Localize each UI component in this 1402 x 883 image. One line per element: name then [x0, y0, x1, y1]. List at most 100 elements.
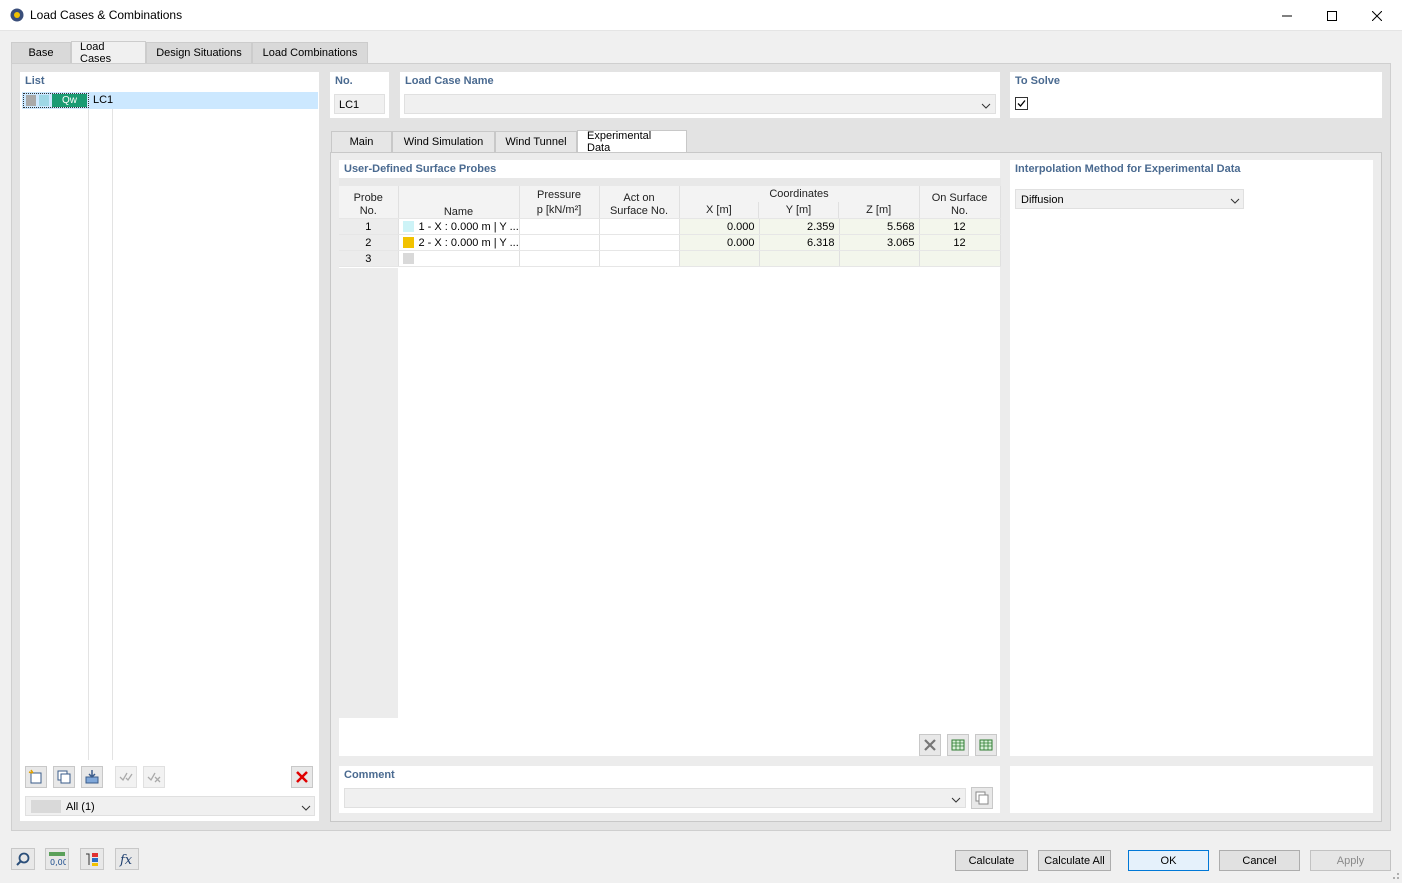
interpolation-dropdown[interactable]: Diffusion [1015, 189, 1244, 209]
tab-wind-tunnel[interactable]: Wind Tunnel [495, 131, 577, 152]
cell-y[interactable]: 2.359 [759, 219, 839, 235]
list-item-label: LC1 [93, 94, 113, 106]
table-header-row: ProbeNo. Name Pressurep [kN/m²] Act onSu… [339, 182, 1000, 219]
title-bar: Load Cases & Combinations [0, 0, 1402, 31]
header-coordinates: Coordinates X [m] Y [m] Z [m] [679, 182, 919, 219]
header-pressure: Pressurep [kN/m²] [519, 182, 599, 219]
row-number-column [339, 268, 398, 718]
formula-icon[interactable]: fx [115, 848, 139, 870]
check-all-icon[interactable] [115, 766, 137, 788]
uncheck-all-icon[interactable] [143, 766, 165, 788]
interpolation-panel: Interpolation Method for Experimental Da… [1010, 160, 1373, 756]
cell-on-surface[interactable]: 12 [919, 235, 1000, 251]
header-name: Name [398, 182, 519, 219]
maximize-button[interactable] [1309, 0, 1355, 31]
cell-on-surface[interactable]: 12 [919, 219, 1000, 235]
search-icon[interactable] [11, 848, 35, 870]
comment-field[interactable] [344, 788, 966, 808]
resize-grip-icon[interactable] [1388, 868, 1400, 883]
load-case-name-panel: Load Case Name [400, 72, 1000, 118]
table-row[interactable]: 1 1 - X : 0.000 m | Y ... 0.000 2.359 5.… [339, 219, 1000, 235]
tab-wind-simulation[interactable]: Wind Simulation [392, 131, 495, 152]
cell-on-surface[interactable] [919, 251, 1000, 267]
to-solve-checkbox[interactable] [1015, 97, 1028, 110]
svg-text:fx: fx [119, 853, 133, 867]
comment-side-panel [1010, 766, 1373, 813]
cell-pressure[interactable] [519, 219, 599, 235]
probes-table: ProbeNo. Name Pressurep [kN/m²] Act onSu… [339, 178, 1001, 267]
color-swatch [39, 95, 49, 106]
chevron-down-icon [981, 101, 991, 113]
cell-name[interactable]: 2 - X : 0.000 m | Y ... [398, 235, 519, 251]
cell-probe-no: 3 [339, 251, 398, 267]
window-title: Load Cases & Combinations [30, 8, 182, 22]
filter-value: All (1) [66, 801, 95, 813]
comment-label: Comment [344, 769, 395, 781]
cell-y[interactable] [759, 251, 839, 267]
list-divider [88, 92, 89, 760]
surface-probes-label: User-Defined Surface Probes [344, 163, 496, 175]
minimize-button[interactable] [1264, 0, 1310, 31]
import-table-icon[interactable] [975, 734, 997, 756]
table-row[interactable]: 2 2 - X : 0.000 m | Y ... 0.000 6.318 3.… [339, 235, 1000, 251]
tab-design-situations[interactable]: Design Situations [146, 42, 252, 63]
comment-library-icon[interactable] [971, 787, 993, 809]
load-case-name-label: Load Case Name [405, 75, 494, 87]
tab-experimental-data[interactable]: Experimental Data [577, 130, 687, 152]
cell-act-on[interactable] [599, 235, 679, 251]
to-solve-panel: To Solve [1010, 72, 1382, 118]
color-swatch [403, 221, 414, 232]
load-case-name-field[interactable] [404, 94, 996, 114]
filter-dropdown[interactable]: All (1) [25, 796, 315, 816]
calculate-button[interactable]: Calculate [955, 850, 1028, 871]
list-divider [112, 92, 113, 760]
cell-z[interactable] [839, 251, 919, 267]
table-row[interactable]: 3 [339, 251, 1000, 267]
cell-act-on[interactable] [599, 219, 679, 235]
header-y: Y [m] [759, 202, 839, 218]
action-badge: Qw [52, 94, 87, 107]
svg-text:0,00: 0,00 [50, 858, 66, 867]
chevron-down-icon [301, 803, 311, 815]
cell-name[interactable]: 1 - X : 0.000 m | Y ... [398, 219, 519, 235]
comment-panel: Comment [339, 766, 1000, 813]
cell-x[interactable]: 0.000 [679, 235, 759, 251]
tab-load-combinations[interactable]: Load Combinations [252, 42, 368, 63]
cell-act-on[interactable] [599, 251, 679, 267]
cancel-button[interactable]: Cancel [1219, 850, 1300, 871]
calculate-all-button[interactable]: Calculate All [1038, 850, 1111, 871]
checkmark-icon [1016, 98, 1027, 109]
list-label: List [25, 75, 45, 87]
close-button[interactable] [1354, 0, 1400, 31]
delete-row-icon[interactable] [919, 734, 941, 756]
cell-x[interactable] [679, 251, 759, 267]
import-item-icon[interactable] [81, 766, 103, 788]
list-item-lc1[interactable]: Qw LC1 [22, 92, 318, 109]
cell-pressure[interactable] [519, 235, 599, 251]
tab-load-cases[interactable]: Load Cases [71, 41, 146, 63]
cell-x[interactable]: 0.000 [679, 219, 759, 235]
units-icon[interactable]: 0,00 [45, 848, 69, 870]
cell-z[interactable]: 5.568 [839, 219, 919, 235]
cell-y[interactable]: 6.318 [759, 235, 839, 251]
chevron-down-icon [1230, 196, 1240, 208]
color-swatch [403, 237, 414, 248]
display-settings-icon[interactable] [80, 848, 104, 870]
cell-pressure[interactable] [519, 251, 599, 267]
export-table-icon[interactable] [947, 734, 969, 756]
delete-icon[interactable] [291, 766, 313, 788]
cell-name[interactable] [398, 251, 519, 267]
cell-probe-no: 2 [339, 235, 398, 251]
ok-button[interactable]: OK [1128, 850, 1209, 871]
tab-base[interactable]: Base [11, 42, 71, 63]
apply-button[interactable]: Apply [1310, 850, 1391, 871]
list-panel: List Qw LC1 All (1) [20, 72, 319, 821]
to-solve-label: To Solve [1015, 75, 1060, 87]
header-act-on: Act onSurface No. [599, 182, 679, 219]
cell-z[interactable]: 3.065 [839, 235, 919, 251]
number-field[interactable]: LC1 [334, 94, 385, 114]
app-icon [9, 7, 25, 23]
new-item-icon[interactable] [25, 766, 47, 788]
tab-main[interactable]: Main [331, 131, 392, 152]
copy-item-icon[interactable] [53, 766, 75, 788]
